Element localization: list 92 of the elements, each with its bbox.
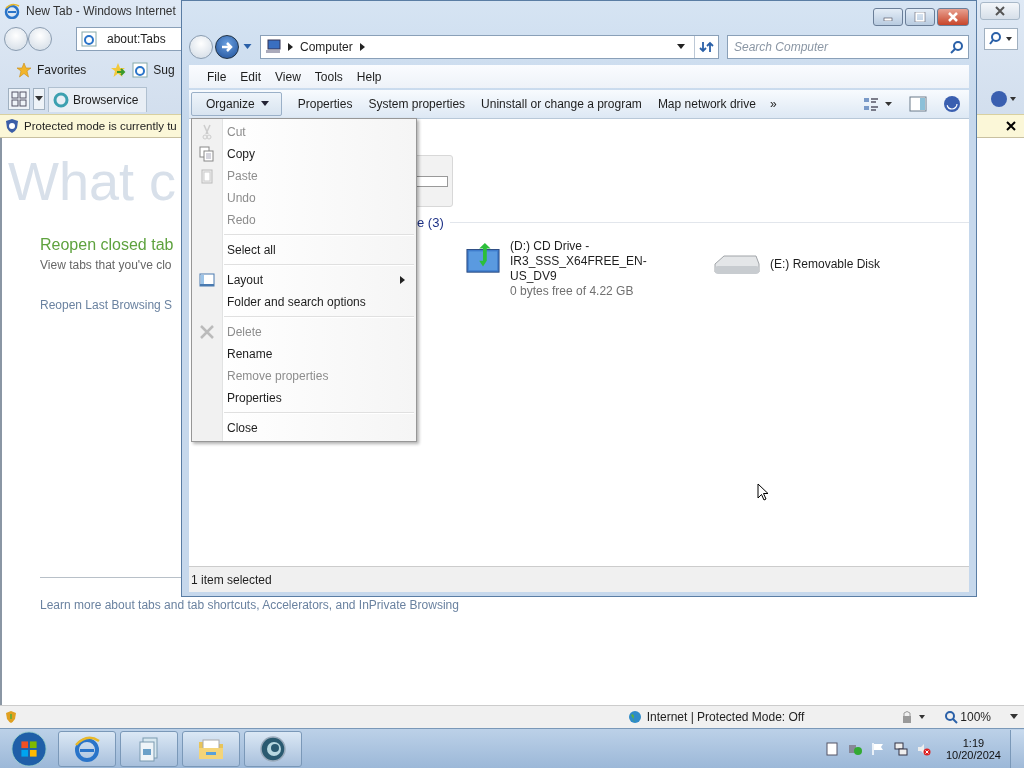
history-dropdown-icon[interactable]	[243, 44, 252, 50]
restore-icon	[914, 12, 926, 22]
clock-date: 10/20/2024	[945, 748, 1001, 761]
magnifier-icon	[944, 710, 959, 724]
zoom-button[interactable]: 100%	[944, 710, 991, 724]
search-field[interactable]: Search Computer	[727, 35, 969, 59]
favorites-button[interactable]: Favorites	[16, 62, 87, 78]
menu-item[interactable]: Layout	[194, 269, 414, 291]
close-icon	[994, 6, 1006, 16]
details-view-icon	[863, 96, 893, 112]
menu-bar-item[interactable]: Tools	[314, 69, 343, 84]
menu-item[interactable]: Copy	[194, 143, 414, 165]
security-zone: Internet | Protected Mode: Off	[646, 710, 805, 724]
taskbar-app-button[interactable]	[58, 730, 116, 767]
warning-shield-icon	[4, 710, 18, 724]
back-button[interactable]	[4, 27, 28, 51]
preview-pane-icon	[909, 96, 927, 112]
section-text: View tabs that you've clo	[40, 258, 172, 272]
taskbar-app-button[interactable]	[120, 730, 178, 767]
more-commands-button[interactable]: »	[763, 92, 783, 116]
page-icon	[132, 62, 149, 78]
close-button[interactable]	[980, 2, 1020, 20]
refresh-icon	[698, 40, 715, 54]
status-text: 1 item selected	[191, 572, 272, 587]
reopen-session-link[interactable]: Reopen Last Browsing S	[40, 298, 173, 312]
mouse-pointer-icon	[757, 483, 769, 501]
close-icon	[947, 12, 959, 22]
delete-icon	[199, 324, 215, 340]
menu-bar-item[interactable]: View	[275, 69, 301, 84]
grid-icon	[11, 91, 27, 107]
menu-bar-item[interactable]: File	[207, 69, 227, 84]
quick-tabs-button[interactable]	[8, 88, 30, 110]
dropdown-icon[interactable]	[677, 44, 685, 50]
drive-space: 0 bytes free of 4.22 GB	[510, 284, 635, 299]
computer-icon	[265, 39, 281, 55]
menu-item[interactable]: Select all	[194, 239, 414, 261]
clipboard-icon	[199, 168, 215, 184]
page-icon	[81, 31, 97, 47]
minimize-button[interactable]	[873, 8, 903, 26]
drive-name: (D:) CD Drive - IR3_SSS_X64FREE_EN-US_DV9	[510, 239, 648, 284]
drive-name: (E:) Removable Disk	[770, 256, 881, 272]
loading-icon	[53, 91, 69, 108]
search-icon[interactable]	[950, 40, 964, 54]
scissors-icon	[199, 124, 215, 140]
menu-bar-item[interactable]: Edit	[240, 69, 262, 84]
toolbar-button[interactable]: System properties	[360, 92, 474, 116]
group-header: e (3)	[417, 215, 444, 230]
caret-icon	[35, 96, 43, 102]
address-field[interactable]: Computer	[260, 35, 719, 59]
submenu-arrow-icon	[400, 276, 405, 284]
section-title: Reopen closed tab	[40, 236, 174, 254]
taskbar-app-button[interactable]	[182, 730, 240, 767]
organize-button[interactable]: Organize	[191, 92, 282, 116]
ie-logo-icon	[73, 734, 101, 763]
window-title: New Tab - Windows Internet	[26, 4, 176, 18]
toolbar-button[interactable]: Uninstall or change a program	[473, 92, 650, 116]
caret-icon	[260, 101, 269, 107]
shield-icon	[4, 118, 20, 134]
restore-button[interactable]	[905, 8, 935, 26]
drive-icon[interactable]	[466, 241, 500, 275]
search-input[interactable]: Search Computer	[728, 39, 950, 55]
search-icon	[988, 31, 1014, 47]
menu-item[interactable]: Properties	[194, 387, 414, 409]
toolbar-button[interactable]: Properties	[289, 92, 361, 116]
network-icon[interactable]	[893, 741, 908, 756]
clock-time: 1:19	[962, 736, 985, 749]
learn-more-link[interactable]: Learn more about tabs and tab shortcuts, Accelerators, and InPrivate Browsing	[40, 598, 459, 612]
close-button[interactable]	[937, 8, 969, 26]
chevron-icon[interactable]	[359, 43, 365, 51]
menu-item[interactable]: Close	[194, 417, 414, 439]
search-button[interactable]	[984, 28, 1018, 50]
chevron-icon	[288, 43, 293, 51]
menu-bar-item[interactable]: Help	[356, 69, 382, 84]
copy-icon	[199, 146, 215, 162]
info-bar-text: Protected mode is currently tu	[24, 120, 177, 132]
menu-item[interactable]: Folder and search options	[194, 291, 414, 313]
document-tray-icon[interactable]	[824, 741, 839, 756]
browser-tab[interactable]: Browservice	[48, 86, 148, 112]
layout-icon	[199, 272, 215, 288]
clock[interactable]: 1:19 10/20/2024	[945, 736, 1001, 761]
suggested-sites-link[interactable]: Sug	[132, 62, 175, 78]
dropdown-icon[interactable]	[1010, 714, 1018, 720]
taskbar-app-button[interactable]	[244, 730, 302, 767]
ie-logo-icon	[4, 3, 20, 19]
toolbar-button[interactable]: Map network drive	[649, 92, 764, 116]
close-icon[interactable]	[1006, 121, 1016, 131]
star-icon	[16, 62, 32, 78]
breadcrumb-item[interactable]: Computer	[300, 40, 353, 54]
menu-item[interactable]: Rename	[194, 343, 414, 365]
forward-button[interactable]	[215, 35, 239, 59]
tab-list-button[interactable]	[33, 88, 45, 110]
add-favorite-icon[interactable]	[110, 62, 127, 78]
